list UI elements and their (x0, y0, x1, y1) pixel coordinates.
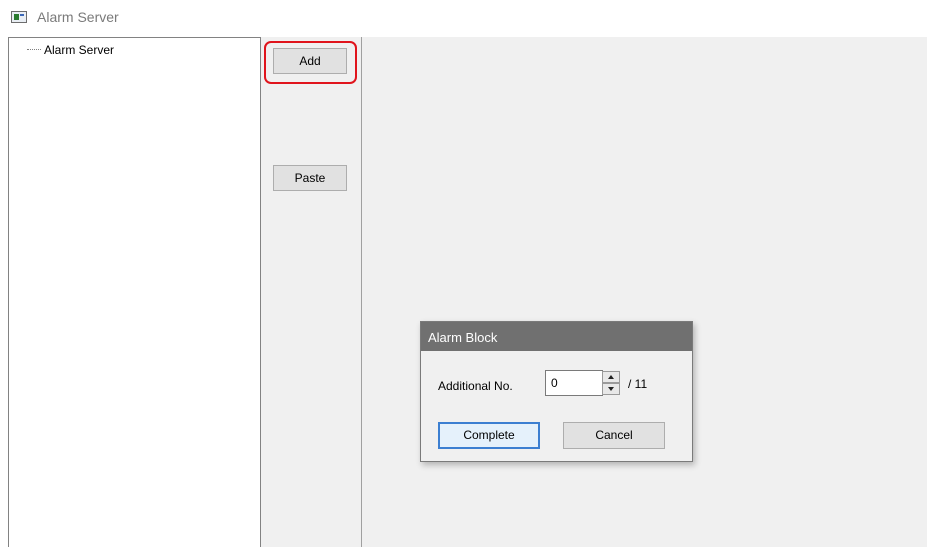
cancel-button[interactable]: Cancel (563, 422, 665, 449)
additional-no-label: Additional No. (438, 379, 513, 393)
tree-item-label: Alarm Server (44, 43, 115, 57)
alarm-block-dialog: Alarm Block Additional No. / 11 Complete… (420, 321, 693, 462)
dialog-titlebar[interactable]: Alarm Block (421, 322, 692, 351)
window-titlebar: Alarm Server (0, 0, 927, 36)
app-window-icon (11, 11, 27, 23)
additional-no-max: / 11 (628, 377, 648, 391)
tree-connector-line (27, 49, 41, 51)
button-panel (261, 37, 362, 547)
content-area (362, 37, 927, 547)
window-title: Alarm Server (37, 9, 119, 25)
additional-no-spinner[interactable] (602, 371, 620, 395)
complete-button[interactable]: Complete (438, 422, 540, 449)
dialog-title: Alarm Block (428, 330, 498, 345)
tree-item-alarm-server[interactable]: Alarm Server (27, 43, 114, 57)
paste-button[interactable]: Paste (273, 165, 347, 191)
additional-no-input[interactable] (545, 370, 603, 396)
tree-panel[interactable]: Alarm Server (8, 37, 261, 547)
spin-up-arrow-icon[interactable] (602, 371, 620, 383)
spin-down-arrow-icon[interactable] (602, 383, 620, 395)
add-button[interactable]: Add (273, 48, 347, 74)
